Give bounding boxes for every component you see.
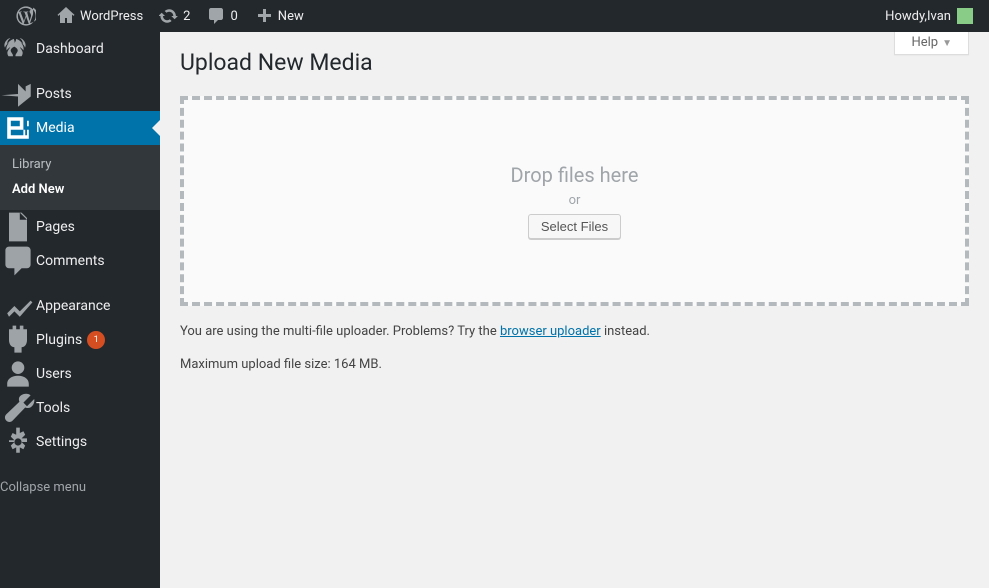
- comments-icon: [0, 244, 36, 278]
- sidebar-item-label: Posts: [36, 86, 72, 102]
- sidebar-item-label: Settings: [36, 434, 87, 450]
- sidebar-item-label: Plugins: [36, 332, 82, 348]
- user-avatar-icon: [957, 8, 973, 24]
- comments-count: 0: [230, 9, 237, 24]
- my-account-menu[interactable]: Howdy, Ivan: [877, 0, 981, 32]
- user-icon: [0, 357, 36, 391]
- admin-sidebar: Dashboard Posts Media Library Add New Pa…: [0, 32, 160, 588]
- select-files-button[interactable]: Select Files: [528, 214, 621, 239]
- help-tab-label: Help: [911, 35, 938, 50]
- sidebar-item-label: Comments: [36, 253, 105, 269]
- pin-icon: [0, 77, 36, 111]
- dropzone-or-label: or: [569, 193, 581, 208]
- sidebar-item-settings[interactable]: Settings: [0, 425, 160, 459]
- help-tab[interactable]: Help ▼: [894, 32, 969, 55]
- sidebar-item-posts[interactable]: Posts: [0, 77, 160, 111]
- sidebar-item-pages[interactable]: Pages: [0, 210, 160, 244]
- settings-icon: [0, 425, 36, 459]
- sidebar-item-users[interactable]: Users: [0, 357, 160, 391]
- dropzone-message: Drop files here: [511, 163, 639, 187]
- wordpress-logo-icon: [16, 6, 36, 26]
- sidebar-item-media[interactable]: Media: [0, 111, 160, 145]
- updates-menu[interactable]: 2: [151, 0, 198, 32]
- update-icon: [159, 6, 179, 26]
- sidebar-item-dashboard[interactable]: Dashboard: [0, 32, 160, 66]
- new-content-label: New: [278, 9, 304, 24]
- sidebar-submenu-media: Library Add New: [0, 145, 160, 210]
- site-name-label: WordPress: [80, 9, 143, 24]
- sidebar-item-appearance[interactable]: Appearance: [0, 289, 160, 323]
- uploader-info-text: You are using the multi-file uploader. P…: [180, 324, 969, 339]
- page-title: Upload New Media: [180, 40, 969, 80]
- sidebar-item-label: Users: [36, 366, 72, 382]
- plugins-update-badge: 1: [87, 331, 105, 349]
- collapse-menu-button[interactable]: Collapse menu: [0, 470, 160, 504]
- comment-icon: [206, 6, 226, 26]
- sidebar-item-plugins[interactable]: Plugins 1: [0, 323, 160, 357]
- browser-uploader-link[interactable]: browser uploader: [500, 324, 601, 339]
- chevron-down-icon: ▼: [942, 38, 952, 49]
- wp-logo-menu[interactable]: [8, 0, 48, 32]
- tools-icon: [0, 391, 36, 425]
- dashboard-icon: [0, 32, 36, 66]
- plugin-icon: [0, 323, 36, 357]
- sidebar-item-label: Media: [36, 120, 75, 136]
- sidebar-item-comments[interactable]: Comments: [0, 244, 160, 278]
- sidebar-item-label: Appearance: [36, 298, 110, 314]
- collapse-menu-label: Collapse menu: [0, 480, 86, 495]
- user-display-name: Ivan: [927, 9, 951, 24]
- sidebar-subitem-add-new[interactable]: Add New: [0, 177, 160, 202]
- updates-count: 2: [183, 9, 190, 24]
- page-icon: [0, 210, 36, 244]
- new-content-menu[interactable]: New: [246, 0, 312, 32]
- sidebar-item-label: Tools: [36, 400, 70, 416]
- site-name-menu[interactable]: WordPress: [48, 0, 151, 32]
- comments-menu[interactable]: 0: [198, 0, 245, 32]
- sidebar-subitem-library[interactable]: Library: [0, 152, 160, 177]
- main-content: Upload New Media Drop files here or Sele…: [160, 0, 989, 372]
- admin-toolbar: WordPress 2 0 New Howdy, Ivan: [0, 0, 989, 32]
- sidebar-item-tools[interactable]: Tools: [0, 391, 160, 425]
- appearance-icon: [0, 289, 36, 323]
- sidebar-item-label: Dashboard: [36, 41, 104, 57]
- sidebar-item-label: Pages: [36, 219, 75, 235]
- media-icon: [0, 111, 36, 145]
- home-icon: [56, 6, 76, 26]
- plus-icon: [254, 6, 274, 26]
- howdy-label: Howdy,: [885, 9, 927, 24]
- upload-dropzone[interactable]: Drop files here or Select Files: [180, 96, 969, 306]
- max-upload-size-text: Maximum upload file size: 164 MB.: [180, 357, 969, 372]
